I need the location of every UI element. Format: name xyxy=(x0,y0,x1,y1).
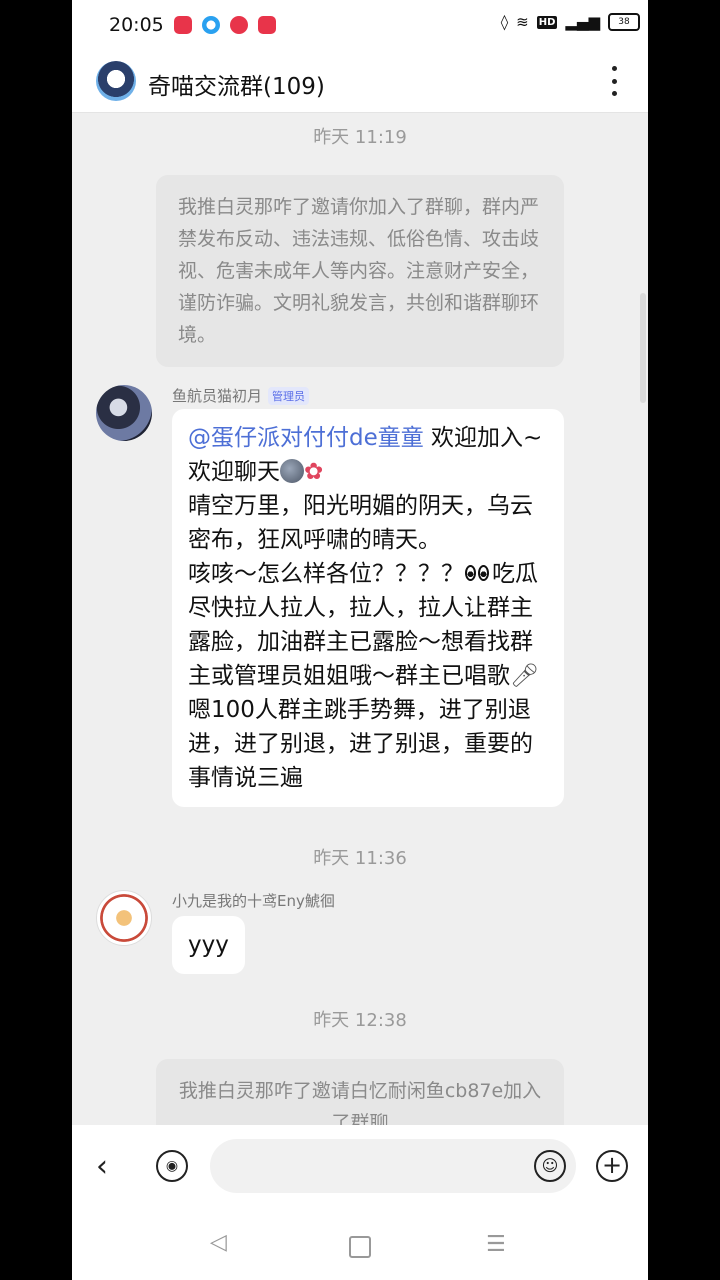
avatar[interactable] xyxy=(96,385,152,441)
message-text: 咳咳～怎么样各位？？？？ xyxy=(188,561,464,587)
message-text: 晴空万里，阳光明媚的阴天，乌云密布，狂风呼啸的晴天。 xyxy=(188,493,533,553)
sender-name-text: 鱼航员猫初月 xyxy=(172,387,263,405)
music-app-icon xyxy=(258,16,276,34)
nav-back-icon[interactable]: ◁ xyxy=(210,1230,227,1255)
title-bar: 奇喵交流群(109) xyxy=(72,50,648,113)
battery-icon: 38 xyxy=(608,13,640,31)
sender-name: 小九是我的十鸢Eny鯱徊 xyxy=(172,892,335,910)
notification-app-icon xyxy=(202,16,220,34)
admin-badge: 管理员 xyxy=(268,386,310,405)
voice-icon[interactable]: ◉ xyxy=(156,1150,188,1182)
mention-link[interactable]: @蛋仔派对付付de童童 xyxy=(188,425,424,451)
system-nav-bar: ◁ ☰ xyxy=(72,1210,648,1280)
message-bubble[interactable]: yyy xyxy=(172,916,245,974)
nav-home-icon[interactable] xyxy=(349,1236,371,1258)
water-drop-icon: ◊ xyxy=(500,13,509,31)
timestamp: 昨天 11:36 xyxy=(313,848,407,869)
message-text: yyy xyxy=(188,932,229,958)
status-icons: ◊ ≋ HD ▂▄▆ 38 xyxy=(501,13,640,31)
hd-icon: HD xyxy=(536,15,558,29)
status-time: 20:05 xyxy=(109,14,164,36)
system-message: 我推白灵那咋了邀请你加入了群聊，群内严禁发布反动、违法违规、低俗色情、攻击歧视、… xyxy=(156,175,564,367)
group-avatar[interactable] xyxy=(96,61,136,101)
eyes-emoji-icon xyxy=(464,561,492,585)
timestamp: 昨天 12:38 xyxy=(313,1010,407,1031)
message-text: 嗯100人群主跳手势舞，进了别退进，进了别退，进了别退，重要的事情说三遍 xyxy=(188,697,533,791)
moon-emoji-icon xyxy=(280,459,304,483)
tulip-emoji-icon: ✿ xyxy=(304,459,324,485)
scrollbar[interactable] xyxy=(640,293,646,403)
status-bar: 20:05 ◊ ≋ HD ▂▄▆ 38 xyxy=(72,0,648,50)
avatar[interactable] xyxy=(96,890,152,946)
nav-menu-icon[interactable]: ☰ xyxy=(486,1232,506,1257)
plus-icon[interactable]: + xyxy=(596,1150,628,1182)
system-message: 我推白灵那咋了邀请白忆耐闲鱼cb87e加入了群聊 xyxy=(156,1059,564,1125)
timestamp: 昨天 11:19 xyxy=(313,127,407,148)
emoji-icon[interactable]: ☺ xyxy=(534,1150,566,1182)
notification-app-icon xyxy=(174,16,192,34)
message-bubble[interactable]: @蛋仔派对付付de童童 欢迎加入~欢迎聊天 ✿ 晴空万里，阳光明媚的阴天，乌云密布… xyxy=(172,409,564,807)
page-title[interactable]: 奇喵交流群(109) xyxy=(148,67,325,101)
input-bar: ‹ ◉ ☺ + xyxy=(72,1125,648,1210)
signal-4g-icon: ▂▄▆ xyxy=(565,13,600,31)
more-vertical-icon[interactable] xyxy=(600,66,628,96)
screen: 20:05 ◊ ≋ HD ▂▄▆ 38 奇喵交流群(109) 昨天 11:19 … xyxy=(72,0,648,1280)
sender-name: 鱼航员猫初月 管理员 xyxy=(172,385,310,406)
chevron-left-icon[interactable]: ‹ xyxy=(96,1149,108,1184)
message-input[interactable] xyxy=(210,1139,576,1193)
chat-list[interactable]: 昨天 11:19 我推白灵那咋了邀请你加入了群聊，群内严禁发布反动、违法违规、低… xyxy=(72,113,648,1125)
notification-app-icon xyxy=(230,16,248,34)
microphone-emoji-icon: 🎤︎ xyxy=(510,663,540,689)
wifi-icon: ≋ xyxy=(516,13,529,31)
